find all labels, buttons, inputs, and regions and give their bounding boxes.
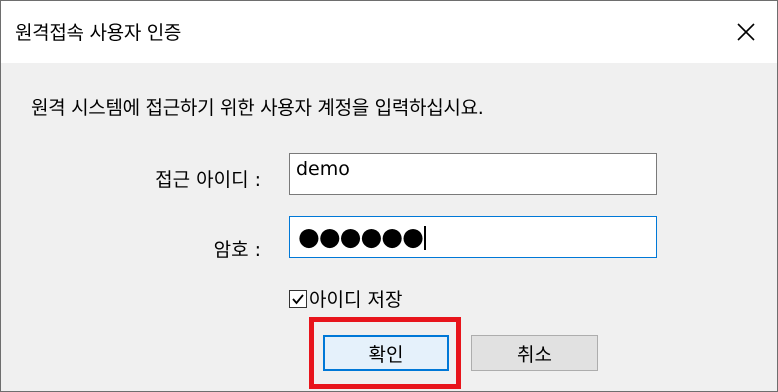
- close-icon: [737, 23, 755, 41]
- ok-button[interactable]: 확인: [323, 335, 449, 371]
- instruction-text: 원격 시스템에 접근하기 위한 사용자 계정을 입력하십시요.: [31, 97, 484, 119]
- close-button[interactable]: [715, 1, 777, 63]
- password-input[interactable]: ●●●●●●: [289, 216, 657, 258]
- password-dots: ●●●●●●: [298, 222, 424, 251]
- title-bar: 원격접속 사용자 인증: [1, 1, 777, 63]
- password-masked-value: ●●●●●●: [298, 224, 426, 250]
- save-id-checkbox[interactable]: [289, 289, 307, 308]
- dialog-title: 원격접속 사용자 인증: [15, 22, 182, 44]
- cancel-button[interactable]: 취소: [471, 335, 598, 371]
- dialog-body: 원격 시스템에 접근하기 위한 사용자 계정을 입력하십시요. 접근 아이디 :…: [1, 63, 777, 391]
- text-caret: [423, 226, 426, 250]
- user-id-input[interactable]: demo: [289, 153, 657, 195]
- password-label: 암호 :: [213, 239, 261, 261]
- login-dialog: 원격접속 사용자 인증 원격 시스템에 접근하기 위한 사용자 계정을 입력하십…: [0, 0, 778, 392]
- save-id-option[interactable]: 아이디 저장: [289, 285, 402, 312]
- user-id-label: 접근 아이디 :: [155, 169, 261, 191]
- save-id-label: 아이디 저장: [309, 289, 403, 311]
- checkmark-icon: [292, 293, 304, 304]
